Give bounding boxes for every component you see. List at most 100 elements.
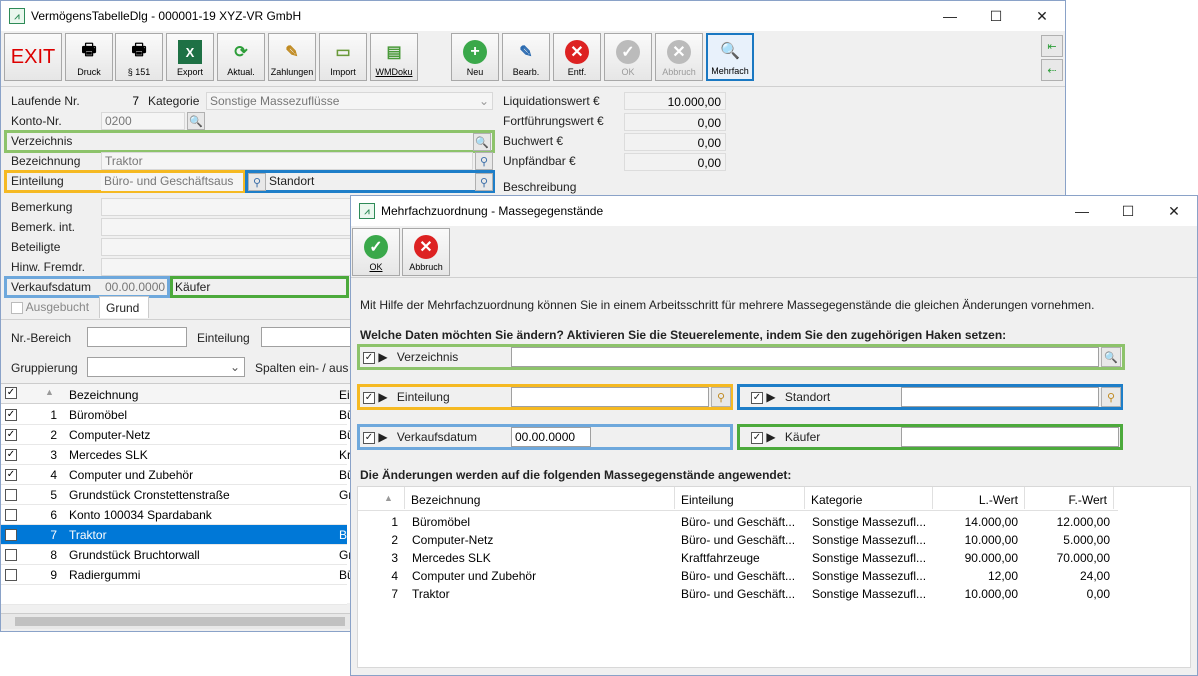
d-verkaufsdatum-checkbox[interactable]: ✓ ▶ Verkaufsdatum (363, 430, 477, 444)
verkaufsdatum-value[interactable]: 00.00.0000 (105, 280, 165, 294)
buch-value: 0,00 (624, 133, 726, 151)
row-checkbox[interactable] (5, 509, 17, 521)
aktual-button[interactable]: ⟳ Aktual. (217, 33, 265, 81)
header-bezeichnung[interactable]: Bezeichnung (69, 388, 138, 402)
beteiligte-input[interactable] (101, 238, 351, 256)
d-kaeufer-input[interactable] (901, 427, 1119, 447)
wmdoku-button[interactable]: ▤ WMDoku (370, 33, 418, 81)
table-row[interactable]: ✓ 2 Computer-Netz Bü (1, 425, 354, 445)
row-checkbox[interactable]: ✓ (5, 429, 17, 441)
row-bezeichnung: Grundstück Bruchtorwall (69, 548, 200, 562)
th-bezeichnung[interactable]: Bezeichnung (404, 487, 676, 509)
gruppierung-select[interactable]: ⌄ (87, 357, 245, 377)
table-row[interactable]: 2 Computer-Netz Büro- und Geschäft... Sonst… (358, 531, 1110, 549)
hinw-input[interactable] (101, 258, 351, 276)
import-button[interactable]: ▭ Import (319, 33, 367, 81)
verzeichnis-search-icon[interactable]: 🔍 (473, 133, 491, 151)
row-checkbox[interactable] (5, 489, 17, 501)
d-einteilung-checkbox[interactable]: ✓ ▶ Einteilung (363, 390, 450, 404)
ok-button-disabled[interactable]: ✓ OK (604, 33, 652, 81)
druck-button[interactable]: 🖶 Druck (65, 33, 113, 81)
d-verzeichnis-input[interactable] (511, 347, 1099, 367)
cell-kategorie: Sonstige Massezufl... (812, 587, 927, 601)
konto-input[interactable]: 0200 (101, 112, 185, 130)
maximize-button[interactable]: ☐ (973, 1, 1019, 31)
einteilung-pick-icon[interactable]: ⚲ (248, 173, 266, 191)
row-checkbox[interactable]: ✓ (5, 409, 17, 421)
export-button[interactable]: X Export (166, 33, 214, 81)
th-einteilung[interactable]: Einteilung (674, 487, 804, 509)
standort-pick-icon[interactable]: ⚲ (475, 173, 493, 191)
table-row[interactable]: ✓ 7 Traktor Bü (1, 525, 354, 545)
bemerk-int-input[interactable] (101, 218, 351, 236)
row-checkbox[interactable]: ✓ (5, 449, 17, 461)
d-standort-checkbox[interactable]: ✓ ▶ Standort (751, 390, 830, 404)
bemerkung-input[interactable] (101, 198, 351, 216)
table-row[interactable]: 1 Büromöbel Büro- und Geschäft... Sonstige … (358, 513, 1110, 531)
nav-first-icon[interactable]: ⇤ (1041, 35, 1063, 57)
row-checkbox[interactable] (5, 569, 17, 581)
exit-button[interactable]: EXIT (4, 33, 62, 81)
filter-einteilung-input[interactable] (261, 327, 353, 347)
close-button[interactable]: ✕ (1019, 1, 1065, 31)
th-lwert[interactable]: L.-Wert (932, 487, 1024, 509)
header-checkbox[interactable]: ✓ (5, 387, 17, 399)
row-checkbox[interactable]: ✓ (5, 529, 17, 541)
d-verkaufsdatum-input[interactable]: 00.00.0000 (511, 427, 591, 447)
table-row[interactable]: ✓ 3 Mercedes SLK Kr (1, 445, 351, 465)
cell-einteilung: Kraftfahrzeuge (681, 551, 760, 565)
spalten-label: Spalten ein- / aus (255, 361, 349, 375)
grund-tab[interactable]: Grund (99, 296, 149, 318)
dialog-title: Mehrfachzuordnung - Massegegenstände (381, 204, 604, 218)
minimize-button[interactable]: — (927, 1, 973, 31)
horizontal-scrollbar[interactable] (1, 613, 353, 629)
neu-button[interactable]: + Neu (451, 33, 499, 81)
th-fwert[interactable]: F.-Wert (1024, 487, 1114, 509)
d-einteilung-input[interactable] (511, 387, 709, 407)
sort-arrow-icon[interactable]: ▲ (384, 493, 393, 503)
table-row[interactable]: ✓ 4 Computer und Zubehör Bü (1, 465, 354, 485)
dialog-abbruch-button[interactable]: ✕ Abbruch (402, 228, 450, 276)
d-standort-input[interactable] (901, 387, 1099, 407)
d-verzeichnis-checkbox[interactable]: ✓ ▶ Verzeichnis (363, 350, 458, 364)
d-kaeufer-checkbox[interactable]: ✓ ▶ Käufer (751, 430, 820, 444)
row-checkbox[interactable] (5, 549, 17, 561)
bearb-button[interactable]: ✎ Bearb. (502, 33, 550, 81)
d-standort-pick-icon[interactable]: ⚲ (1101, 387, 1121, 407)
zahlungen-button[interactable]: ✎ Zahlungen (268, 33, 316, 81)
chevron-down-icon: ⌄ (229, 360, 240, 374)
table-row[interactable]: 9 Radiergummi Bü (1, 565, 354, 585)
header-ei[interactable]: Ei (339, 388, 350, 402)
mehrfach-button[interactable]: 🔍 Mehrfach (706, 33, 754, 81)
ausgebucht-checkbox[interactable]: Ausgebucht (11, 300, 89, 314)
table-row[interactable]: 7 Traktor Büro- und Geschäft... Sonstige Ma… (358, 585, 1110, 603)
table-row[interactable]: 8 Grundstück Bruchtorwall Gr (1, 545, 352, 565)
d-einteilung-pick-icon[interactable]: ⚲ (711, 387, 731, 407)
d-verzeichnis-search-icon[interactable]: 🔍 (1101, 347, 1121, 367)
dialog-close-button[interactable]: ✕ (1151, 196, 1197, 226)
abbruch-button-disabled[interactable]: ✕ Abbruch (655, 33, 703, 81)
row-checkbox[interactable]: ✓ (5, 469, 17, 481)
sort-arrow-icon[interactable]: ▲ (45, 387, 54, 397)
table-row[interactable]: 5 Grundstück Cronstettenstraße Gr (1, 485, 352, 505)
einteilung-input[interactable]: Büro- und Geschäftsaus (101, 173, 243, 191)
asset-grid: ✓ ▲ Bezeichnung Ei ✓ 1 Büromöbel Bü ✓ 2 Comput… (1, 383, 354, 605)
dialog-ok-button[interactable]: ✓ OK (352, 228, 400, 276)
kategorie-select[interactable]: Sonstige Massezuflüsse (206, 92, 493, 110)
dialog-minimize-button[interactable]: — (1059, 196, 1105, 226)
nrbereich-input[interactable] (87, 327, 187, 347)
table-row[interactable]: 3 Mercedes SLK Kraftfahrzeuge Sonstige Mass… (358, 549, 1110, 567)
table-row[interactable]: 4 Computer und Zubehör Büro- und Geschäft.… (358, 567, 1110, 585)
cell-nr: 7 (391, 587, 398, 601)
th-kategorie[interactable]: Kategorie (804, 487, 932, 509)
konto-search-icon[interactable]: 🔍 (187, 112, 205, 130)
entf-button[interactable]: ✕ Entf. (553, 33, 601, 81)
table-row[interactable]: 6 Konto 100034 Spardabank (1, 505, 347, 525)
dialog-maximize-button[interactable]: ☐ (1105, 196, 1151, 226)
s151-button[interactable]: 🖶 § 151 (115, 33, 163, 81)
bezeichnung-input[interactable]: Traktor (101, 152, 473, 170)
table-row[interactable]: ✓ 1 Büromöbel Bü (1, 405, 354, 425)
nav-back-icon[interactable]: ⇠ (1041, 59, 1063, 81)
bezeichnung-pick-icon[interactable]: ⚲ (475, 152, 493, 170)
grid-header: ✓ ▲ Bezeichnung Ei (1, 384, 353, 404)
